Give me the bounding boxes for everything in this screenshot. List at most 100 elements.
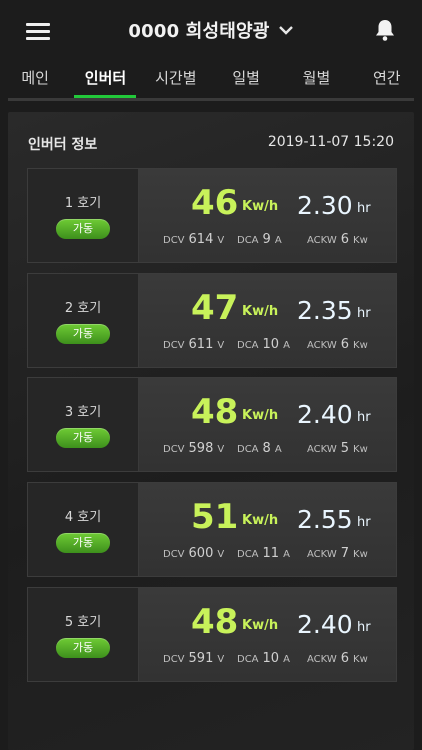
- ackw-label: ACKW: [307, 235, 337, 246]
- ackw-reading: ACKW 6 Kw: [307, 232, 368, 247]
- dcv-reading: DCV 614 V: [163, 232, 224, 247]
- dcv-value: 600: [188, 546, 214, 561]
- hours-value: 2.40: [297, 400, 353, 429]
- inverter-name: 4 호기: [64, 510, 102, 525]
- tab-divider: [8, 98, 414, 101]
- dcv-reading: DCV 611 V: [163, 337, 224, 352]
- tab-bar: 메인 인버터 시간별 일별 월별 연간: [0, 60, 422, 100]
- energy-value: 51: [191, 497, 239, 537]
- energy-value: 48: [191, 392, 239, 432]
- site-title: 0000 희성태양광: [128, 21, 270, 42]
- dca-reading: DCA 10 A: [237, 337, 290, 352]
- dca-value: 11: [262, 546, 280, 561]
- hours-unit: hr: [357, 515, 371, 530]
- inverter-name: 3 호기: [64, 405, 102, 420]
- status-badge: 가동: [56, 324, 110, 344]
- hours-unit: hr: [357, 410, 371, 425]
- dcv-reading: DCV 591 V: [163, 651, 224, 666]
- chevron-down-icon: [278, 26, 293, 35]
- ackw-label: ACKW: [307, 340, 337, 351]
- energy-unit: Kw/h: [242, 304, 279, 319]
- hours-value: 2.55: [297, 505, 353, 534]
- ackw-value: 6: [340, 232, 350, 247]
- hamburger-icon[interactable]: [26, 23, 50, 41]
- dca-unit: A: [274, 444, 282, 455]
- ackw-reading: ACKW 6 Kw: [307, 337, 368, 352]
- inverter-card[interactable]: 3 호기 가동 48 Kw/h 2.40 hr DCV 598 V DCA 8 A ACKW 5 Kw: [27, 377, 397, 472]
- dca-unit: A: [283, 340, 290, 351]
- inverter-card[interactable]: 4 호기 가동 51 Kw/h 2.55 hr DCV 600 V DCA 11 A ACKW 7 Kw: [27, 482, 397, 577]
- dcv-reading: DCV 600 V: [163, 546, 224, 561]
- dcv-unit: V: [217, 235, 225, 246]
- ackw-unit: Kw: [353, 549, 368, 560]
- dcv-value: 598: [188, 441, 214, 456]
- site-selector[interactable]: 0000 희성태양광: [128, 17, 293, 43]
- dcv-unit: V: [217, 340, 225, 351]
- hours-unit: hr: [357, 306, 371, 321]
- dcv-label: DCV: [163, 654, 185, 665]
- ackw-unit: Kw: [353, 340, 368, 351]
- info-datetime: 2019-11-07 15:20: [267, 134, 394, 150]
- inverter-card[interactable]: 5 호기 가동 48 Kw/h 2.40 hr DCV 591 V DCA 10 A ACKW 6 Kw: [27, 587, 397, 682]
- energy-value: 47: [191, 288, 239, 328]
- dcv-unit: V: [217, 654, 225, 665]
- hours-unit: hr: [357, 201, 371, 216]
- inverter-values: 46 Kw/h 2.30 hr DCV 614 V DCA 9 A ACKW 6 Kw: [139, 169, 396, 262]
- inverter-id-block: 4 호기 가동: [28, 483, 139, 576]
- dca-label: DCA: [237, 654, 259, 665]
- dca-value: 8: [262, 441, 271, 456]
- top-bar: 0000 희성태양광: [0, 0, 422, 60]
- dcv-label: DCV: [163, 235, 185, 246]
- inverter-card[interactable]: 2 호기 가동 47 Kw/h 2.35 hr DCV 611 V DCA 10 A ACKW 6 Kw: [27, 273, 397, 368]
- inverter-values: 48 Kw/h 2.40 hr DCV 591 V DCA 10 A ACKW 6 Kw: [139, 588, 396, 681]
- bell-icon[interactable]: [374, 18, 396, 42]
- dcv-unit: V: [217, 444, 225, 455]
- ackw-reading: ACKW 6 Kw: [307, 651, 368, 666]
- info-header: 인버터 정보 2019-11-07 15:20: [28, 134, 394, 154]
- energy-unit: Kw/h: [242, 408, 279, 423]
- energy-value: 46: [191, 183, 239, 223]
- hours-value: 2.40: [297, 610, 353, 639]
- inverter-card[interactable]: 1 호기 가동 46 Kw/h 2.30 hr DCV 614 V DCA 9 A ACKW 6 Kw: [27, 168, 397, 263]
- dca-label: DCA: [237, 235, 259, 246]
- tab-inverter[interactable]: 인버터: [70, 60, 140, 97]
- hours-value: 2.30: [297, 191, 353, 220]
- inverter-values: 47 Kw/h 2.35 hr DCV 611 V DCA 10 A ACKW 6 Kw: [139, 274, 396, 367]
- dcv-label: DCV: [163, 549, 185, 560]
- dca-label: DCA: [237, 549, 259, 560]
- dca-reading: DCA 11 A: [237, 546, 290, 561]
- ackw-unit: Kw: [353, 235, 368, 246]
- energy-unit: Kw/h: [242, 199, 279, 214]
- tab-monthly[interactable]: 월별: [281, 60, 351, 97]
- dcv-value: 611: [188, 337, 214, 352]
- tab-hourly[interactable]: 시간별: [141, 60, 211, 97]
- tab-yearly[interactable]: 연간: [352, 60, 422, 97]
- inverter-name: 5 호기: [64, 615, 102, 630]
- energy-unit: Kw/h: [242, 618, 279, 633]
- dcv-value: 591: [188, 651, 214, 666]
- status-badge: 가동: [56, 428, 110, 448]
- status-badge: 가동: [56, 638, 110, 658]
- hours-value: 2.35: [297, 296, 353, 325]
- dca-reading: DCA 8 A: [237, 441, 282, 456]
- dca-reading: DCA 9 A: [237, 232, 282, 247]
- inverter-values: 48 Kw/h 2.40 hr DCV 598 V DCA 8 A ACKW 5 Kw: [139, 378, 396, 471]
- dcv-value: 614: [188, 232, 214, 247]
- tab-main[interactable]: 메인: [0, 60, 70, 97]
- inverter-id-block: 1 호기 가동: [28, 169, 139, 262]
- inverter-info-panel: 인버터 정보 2019-11-07 15:20 1 호기 가동 46 Kw/h 2.30…: [8, 112, 414, 750]
- dca-unit: A: [274, 235, 282, 246]
- inverter-values: 51 Kw/h 2.55 hr DCV 600 V DCA 11 A ACKW 7 Kw: [139, 483, 396, 576]
- dcv-label: DCV: [163, 340, 185, 351]
- ackw-label: ACKW: [307, 654, 337, 665]
- inverter-id-block: 2 호기 가동: [28, 274, 139, 367]
- dca-reading: DCA 10 A: [237, 651, 290, 666]
- dcv-unit: V: [217, 549, 225, 560]
- tab-daily[interactable]: 일별: [211, 60, 281, 97]
- inverter-id-block: 3 호기가동: [28, 378, 139, 471]
- ackw-value: 7: [340, 546, 350, 561]
- dca-unit: A: [283, 549, 290, 560]
- energy-value: 48: [191, 602, 239, 642]
- ackw-value: 6: [340, 651, 350, 666]
- status-badge: 가동: [56, 219, 110, 239]
